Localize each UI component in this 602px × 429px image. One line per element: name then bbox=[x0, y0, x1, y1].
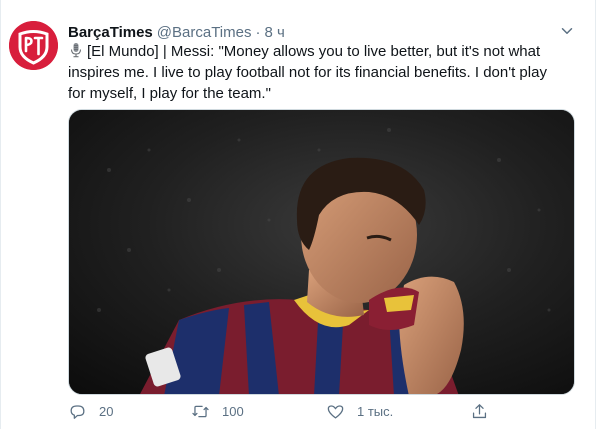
header-separator: · bbox=[255, 23, 261, 41]
microphone-icon bbox=[70, 43, 82, 58]
reply-icon bbox=[70, 405, 85, 419]
tweet-text: [El Mundo] | Messi: "Money allows you to… bbox=[68, 41, 568, 104]
tweet-card[interactable]: BarçaTimes @BarcaTimes · 8 ч [El Mundo] … bbox=[0, 0, 602, 429]
tweet-actions: 20 100 1 тыс. bbox=[60, 400, 580, 428]
tweet-text-body: [El Mundo] | Messi: "Money allows you to… bbox=[68, 43, 547, 102]
timeline-border-left bbox=[0, 0, 1, 429]
more-options-button[interactable] bbox=[554, 20, 580, 42]
reply-count: 20 bbox=[99, 404, 114, 419]
tweet-timestamp[interactable]: 8 ч bbox=[264, 24, 284, 41]
share-button[interactable] bbox=[470, 402, 489, 421]
like-button[interactable]: 1 тыс. bbox=[326, 402, 393, 421]
avatar[interactable] bbox=[9, 21, 58, 70]
retweet-icon bbox=[192, 405, 209, 418]
display-name[interactable]: BarçaTimes bbox=[68, 24, 153, 41]
retweet-count: 100 bbox=[222, 404, 244, 419]
reply-button[interactable]: 20 bbox=[68, 402, 113, 421]
tweet-header: BarçaTimes @BarcaTimes · 8 ч bbox=[68, 22, 285, 42]
share-icon bbox=[472, 404, 487, 419]
like-count: 1 тыс. bbox=[357, 404, 394, 419]
retweet-button[interactable]: 100 bbox=[191, 402, 244, 421]
barcatimes-logo-icon bbox=[9, 21, 58, 70]
tweet-photo[interactable] bbox=[68, 109, 575, 395]
chevron-down-icon bbox=[561, 28, 573, 34]
user-handle[interactable]: @BarcaTimes bbox=[157, 24, 252, 41]
timeline-border-right bbox=[595, 0, 596, 429]
heart-icon bbox=[327, 405, 344, 419]
photo-icon bbox=[69, 110, 574, 394]
